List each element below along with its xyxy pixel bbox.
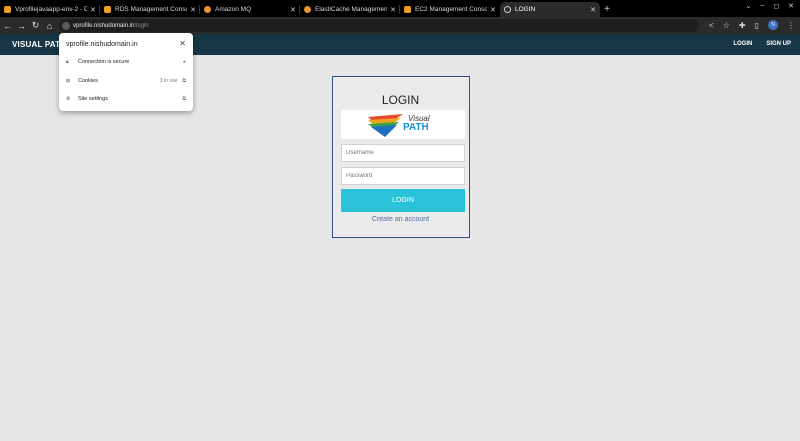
tab-login[interactable]: LOGIN ✕: [500, 2, 600, 17]
tab-strip: Vprofilejavaapp-env-2 - D ✕ RDS Manageme…: [0, 0, 800, 17]
connection-secure-row[interactable]: 🔒︎ Connection is secure ▸: [59, 55, 193, 69]
site-info-popup: vprofile.nishudomain.in ✕ 🔒︎ Connection …: [59, 33, 193, 111]
reload-icon[interactable]: ↻: [29, 20, 42, 31]
close-window-icon[interactable]: ✕: [788, 2, 794, 10]
tab-title: Vprofilejavaapp-env-2 - D: [15, 6, 88, 13]
extensions-icon[interactable]: ✚: [739, 21, 746, 30]
password-input[interactable]: [341, 167, 465, 185]
nav-login-link[interactable]: LOGIN: [733, 41, 752, 47]
close-icon[interactable]: ✕: [590, 6, 596, 14]
tab-amazon-mq[interactable]: Amazon MQ ✕: [200, 2, 300, 17]
login-button[interactable]: LOGIN: [341, 189, 465, 212]
tab-title: ElastiCache Managemen: [315, 6, 388, 13]
bookmark-star-icon[interactable]: ☆: [723, 21, 730, 30]
browser-toolbar: ← → ↻ ⌂ vprofile.nishudomain.in /login <…: [0, 17, 800, 34]
row-label: Connection is secure: [78, 59, 130, 65]
visualpath-logo: Visual PATH: [341, 110, 465, 139]
username-input[interactable]: [341, 144, 465, 162]
ec2-icon: [404, 6, 411, 13]
external-link-icon: ⧉: [182, 96, 186, 102]
cookies-count: 3 in use: [159, 78, 178, 84]
row-label: Cookies: [78, 78, 98, 84]
new-tab-button[interactable]: +: [600, 2, 614, 17]
url-host: vprofile.nishudomain.in: [73, 22, 135, 29]
minimize-icon[interactable]: –: [760, 2, 764, 10]
tab-elasticache[interactable]: ElastiCache Managemen ✕: [300, 2, 400, 17]
close-icon[interactable]: ✕: [290, 6, 296, 14]
external-link-icon: ⧉: [182, 78, 186, 84]
close-icon[interactable]: ✕: [490, 6, 496, 14]
toolbar-actions: < ☆ ✚ ▯ N ⋮: [709, 20, 795, 30]
chevron-right-icon: ▸: [183, 59, 186, 65]
url-path: /login: [134, 22, 149, 29]
profile-avatar[interactable]: N: [768, 20, 778, 30]
side-panel-icon[interactable]: ▯: [755, 21, 759, 30]
logo-line2: PATH: [403, 122, 429, 133]
lock-icon: 🔒︎: [66, 59, 69, 65]
close-icon[interactable]: ✕: [190, 6, 196, 14]
tab-search-icon[interactable]: ⌄: [746, 2, 752, 10]
popup-host: vprofile.nishudomain.in: [66, 41, 138, 48]
home-icon[interactable]: ⌂: [43, 21, 56, 31]
close-icon[interactable]: ✕: [390, 6, 396, 14]
tab-title: RDS Management Consol: [115, 6, 188, 13]
tab-vprofile[interactable]: Vprofilejavaapp-env-2 - D ✕: [0, 2, 100, 17]
gear-icon: ⚙: [66, 96, 71, 102]
tab-ec2[interactable]: EC2 Management Conso ✕: [400, 2, 500, 17]
site-settings-row[interactable]: ⚙ Site settings ⧉: [59, 92, 193, 106]
back-icon[interactable]: ←: [1, 21, 14, 31]
tab-title: EC2 Management Conso: [415, 6, 488, 13]
share-icon[interactable]: <: [709, 21, 714, 30]
nav-signup-link[interactable]: SIGN UP: [766, 41, 791, 47]
elastic-beanstalk-icon: [4, 6, 11, 13]
site-info-icon[interactable]: [62, 21, 70, 30]
tab-title: LOGIN: [515, 6, 536, 13]
create-account-link[interactable]: Create an account: [333, 216, 468, 223]
row-label: Site settings: [78, 96, 108, 102]
globe-icon: [504, 6, 511, 13]
close-icon[interactable]: ✕: [90, 6, 96, 14]
tab-rds[interactable]: RDS Management Consol ✕: [100, 2, 200, 17]
rds-icon: [104, 6, 111, 13]
nav-links: LOGIN SIGN UP: [733, 41, 791, 47]
aws-icon: [304, 6, 311, 13]
cookie-icon: ◍: [66, 78, 71, 84]
close-icon[interactable]: ✕: [179, 39, 186, 48]
login-card: LOGIN Visual PATH LOGIN Create an accoun…: [332, 76, 470, 238]
cookies-row[interactable]: ◍ Cookies 3 in use ⧉: [59, 74, 193, 88]
tab-title: Amazon MQ: [215, 6, 252, 13]
menu-icon[interactable]: ⋮: [787, 21, 795, 30]
address-bar[interactable]: vprofile.nishudomain.in /login: [59, 19, 699, 32]
maximize-icon[interactable]: ◻: [773, 2, 779, 10]
forward-icon[interactable]: →: [15, 21, 28, 31]
login-title: LOGIN: [381, 93, 420, 107]
window-controls: ⌄ – ◻ ✕: [746, 2, 794, 10]
aws-icon: [204, 6, 211, 13]
